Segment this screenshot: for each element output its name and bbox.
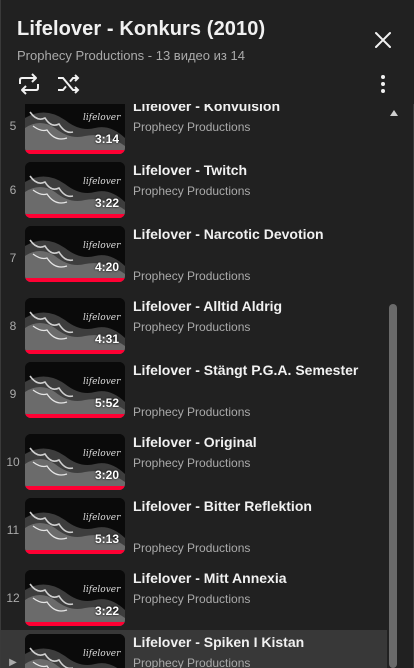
playlist-item[interactable]: 8 lifelover 4:31 Lifelover - Alltid Aldrig P…: [1, 294, 387, 358]
watched-progress-bar: [25, 486, 125, 490]
video-title[interactable]: Lifelover - Konvulsion: [133, 104, 383, 116]
playlist-item[interactable]: 7 lifelover 4:20 Lifelover - Narcotic Devot…: [1, 222, 387, 294]
svg-text:lifelover: lifelover: [83, 313, 121, 323]
scrollbar[interactable]: [387, 104, 401, 668]
video-title[interactable]: Lifelover - Spiken I Kistan: [133, 632, 383, 652]
item-index: 12: [6, 591, 20, 605]
video-thumbnail[interactable]: lifelover 3:22: [25, 162, 125, 218]
video-thumbnail[interactable]: lifelover5:19: [25, 634, 125, 668]
channel-name[interactable]: Prophecy Productions: [133, 541, 250, 555]
item-index: 9: [9, 387, 17, 401]
channel-name[interactable]: Prophecy Productions: [133, 456, 250, 470]
playlist-header: Lifelover - Konkurs (2010) Prophecy Prod…: [1, 0, 414, 104]
duration-badge: 5:13: [94, 532, 119, 546]
item-index: 10: [6, 455, 20, 469]
playlist-item[interactable]: ▶ lifelover5:19 Lifelover - Spiken I Kista…: [1, 630, 387, 668]
watched-progress-bar: [25, 214, 125, 218]
video-title[interactable]: Lifelover - Original: [133, 432, 383, 452]
now-playing-indicator: ▶: [9, 656, 17, 668]
watched-progress-bar: [25, 414, 125, 418]
video-thumbnail[interactable]: lifelover 5:13: [25, 498, 125, 554]
duration-badge: 4:20: [94, 260, 119, 274]
playlist-item[interactable]: 10 lifelover 3:20 Lifelover - Original Proph…: [1, 430, 387, 494]
watched-progress-bar: [25, 278, 125, 282]
video-thumbnail[interactable]: lifelover 4:31: [25, 298, 125, 354]
playlist-item[interactable]: 9 lifelover 5:52 Lifelover - Stängt P.G.A. …: [1, 358, 387, 430]
scroll-up-arrow-icon[interactable]: [390, 110, 398, 116]
thumbnail-image: lifelover: [25, 104, 125, 154]
video-thumbnail[interactable]: lifelover 3:20: [25, 434, 125, 490]
shuffle-button[interactable]: [56, 72, 82, 96]
scroll-thumb[interactable]: [389, 304, 397, 668]
video-title[interactable]: Lifelover - Narcotic Devotion: [133, 224, 383, 244]
svg-text:lifelover: lifelover: [83, 449, 121, 459]
thumbnail-image: lifelover: [25, 634, 125, 668]
item-index: 5: [9, 119, 17, 133]
loop-button[interactable]: [16, 72, 42, 96]
close-button[interactable]: [373, 30, 393, 50]
item-index: 8: [9, 319, 17, 333]
playlist-items: 5 lifelover 3:14 Lifelover - Konvulsion Prop…: [1, 104, 401, 668]
video-thumbnail[interactable]: lifelover 4:20: [25, 226, 125, 282]
svg-text:lifelover: lifelover: [83, 113, 121, 123]
svg-text:lifelover: lifelover: [83, 177, 121, 187]
duration-badge: 5:52: [94, 396, 119, 410]
channel-name[interactable]: Prophecy Productions: [133, 320, 250, 334]
duration-badge: 3:22: [94, 604, 119, 618]
svg-text:lifelover: lifelover: [83, 513, 121, 523]
watched-progress-bar: [25, 550, 125, 554]
duration-badge: 3:20: [94, 468, 119, 482]
channel-name[interactable]: Prophecy Productions: [133, 120, 250, 134]
shuffle-icon: [58, 74, 80, 94]
video-title[interactable]: Lifelover - Mitt Annexia: [133, 568, 383, 588]
playlist-panel: Lifelover - Konkurs (2010) Prophecy Prod…: [0, 0, 414, 668]
video-title[interactable]: Lifelover - Alltid Aldrig: [133, 296, 383, 316]
channel-name[interactable]: Prophecy Productions: [133, 269, 250, 283]
video-title[interactable]: Lifelover - Twitch: [133, 160, 383, 180]
duration-badge: 3:14: [94, 132, 119, 146]
channel-name[interactable]: Prophecy Productions: [133, 184, 250, 198]
loop-icon: [19, 73, 39, 95]
video-thumbnail[interactable]: lifelover 5:52: [25, 362, 125, 418]
item-index: 7: [9, 251, 17, 265]
playlist-item[interactable]: 6 lifelover 3:22 Lifelover - Twitch Prophecy…: [1, 158, 387, 222]
watched-progress-bar: [25, 350, 125, 354]
video-title[interactable]: Lifelover - Bitter Reflektion: [133, 496, 383, 516]
video-title[interactable]: Lifelover - Stängt P.G.A. Semester: [133, 360, 383, 380]
watched-progress-bar: [25, 622, 125, 626]
duration-badge: 4:31: [94, 332, 119, 346]
video-thumbnail[interactable]: lifelover 3:22: [25, 570, 125, 626]
svg-text:lifelover: lifelover: [83, 585, 121, 595]
video-thumbnail[interactable]: lifelover 3:14: [25, 104, 125, 154]
playlist-subtitle: Prophecy Productions - 13 видео из 14: [17, 48, 245, 63]
channel-name[interactable]: Prophecy Productions: [133, 656, 250, 668]
playlist-item[interactable]: 11 lifelover 5:13 Lifelover - Bitter Reflek…: [1, 494, 387, 566]
svg-text:lifelover: lifelover: [83, 649, 121, 659]
item-index: 6: [9, 183, 17, 197]
playlist-title[interactable]: Lifelover - Konkurs (2010): [17, 18, 265, 41]
channel-name[interactable]: Prophecy Productions: [133, 592, 250, 606]
item-index: 11: [6, 523, 20, 537]
close-icon: [375, 32, 391, 48]
more-options-button[interactable]: [379, 74, 387, 94]
watched-progress-bar: [25, 150, 125, 154]
svg-text:lifelover: lifelover: [83, 241, 121, 251]
playlist-item[interactable]: 5 lifelover 3:14 Lifelover - Konvulsion Prop…: [1, 104, 387, 158]
playlist-item[interactable]: 12 lifelover 3:22 Lifelover - Mitt Annexia P…: [1, 566, 387, 630]
more-vert-icon: [381, 75, 385, 93]
channel-name[interactable]: Prophecy Productions: [133, 405, 250, 419]
svg-text:lifelover: lifelover: [83, 377, 121, 387]
duration-badge: 3:22: [94, 196, 119, 210]
